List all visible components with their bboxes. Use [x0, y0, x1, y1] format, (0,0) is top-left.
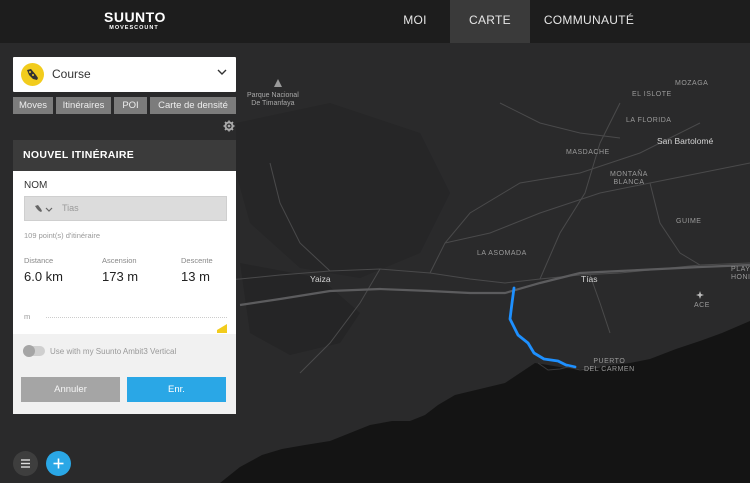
app-root: Parque Nacional De Timanfaya MOZAGA EL IS… — [0, 0, 750, 483]
top-navbar: SUUNTO MOVESCOUNT MOI CARTE COMMUNAUTÉ — [0, 0, 750, 43]
add-button[interactable] — [46, 451, 71, 476]
elevation-graph-profile — [217, 324, 227, 333]
menu-button[interactable] — [13, 451, 38, 476]
stat-distance-value: 6.0 km — [24, 269, 64, 284]
ambit-toggle-label: Use with my Suunto Ambit3 Vertical — [50, 347, 177, 356]
map-label-la-florida: LA FLORIDA — [626, 117, 672, 124]
stat-ascent-label: Ascension — [102, 256, 137, 265]
panel-footer: Use with my Suunto Ambit3 Vertical Annul… — [13, 334, 236, 414]
map-label-guime: GUIME — [676, 218, 702, 225]
panel-title: NOUVEL ITINÉRAIRE — [13, 140, 236, 171]
nav-tab-carte[interactable]: CARTE — [450, 0, 530, 43]
map-label-masdache: MASDACHE — [566, 149, 610, 156]
filter-poi-button[interactable]: POI — [114, 97, 147, 114]
suunto-logo[interactable]: SUUNTO MOVESCOUNT — [104, 9, 166, 32]
stat-descent: Descente 13 m — [181, 256, 213, 284]
elevation-graph-unit: m — [24, 312, 31, 321]
map-label-playa-honda: PLAY HONI — [731, 266, 750, 281]
map-label-la-asomada: LA ASOMADA — [477, 250, 527, 257]
running-shoe-icon — [21, 63, 44, 86]
map-label-montana-blanca: MONTAÑA BLANCA — [610, 171, 648, 186]
map-town-tias: Tías — [581, 274, 598, 284]
map-label-el-islote: EL ISLOTE — [632, 91, 672, 98]
map-label-puerto-del-carmen: PUERTO DEL CARMEN — [584, 358, 635, 373]
name-label: NOM — [24, 180, 48, 191]
sport-select[interactable]: Course — [13, 57, 236, 92]
logo-brand: SUUNTO — [104, 9, 166, 25]
elevation-graph-gridline — [46, 317, 227, 318]
filter-itineraires-button[interactable]: Itinéraires — [56, 97, 111, 114]
stat-distance-label: Distance — [24, 256, 54, 265]
cancel-button[interactable]: Annuler — [21, 377, 120, 402]
sport-dropdown-icon[interactable] — [33, 203, 55, 215]
gear-icon[interactable] — [223, 120, 235, 132]
filter-moves-button[interactable]: Moves — [13, 97, 53, 114]
new-route-panel: NOUVEL ITINÉRAIRE NOM Tias 109 point(s) … — [13, 140, 236, 414]
plus-icon — [53, 458, 64, 469]
stat-descent-value: 13 m — [181, 269, 210, 284]
hamburger-icon — [21, 459, 30, 468]
logo-subtitle: MOVESCOUNT — [109, 25, 159, 31]
stat-distance: Distance 6.0 km — [24, 256, 63, 284]
chevron-down-icon — [217, 69, 227, 75]
route-name-field[interactable]: Tias — [24, 196, 227, 221]
sport-select-value: Course — [52, 67, 91, 81]
map-label-mozaga: MOZAGA — [675, 80, 709, 87]
map-town-san-bartolome: San Bartolomé — [657, 136, 714, 146]
route-points-count: 109 point(s) d'itinéraire — [24, 231, 101, 240]
map-town-yaiza: Yaiza — [310, 274, 331, 284]
map-label-park: Parque Nacional De Timanfaya — [247, 92, 299, 107]
stat-ascent-value: 173 m — [102, 269, 139, 284]
stat-descent-label: Descente — [181, 256, 213, 265]
nav-tab-moi[interactable]: MOI — [392, 0, 438, 43]
filter-density-map-button[interactable]: Carte de densité — [150, 97, 236, 114]
nav-tab-communaute[interactable]: COMMUNAUTÉ — [542, 0, 636, 43]
route-name-placeholder: Tias — [62, 203, 79, 213]
map-label-ace: ACE — [694, 302, 710, 309]
save-button[interactable]: Enr. — [127, 377, 226, 402]
stat-ascent: Ascension 173 m — [102, 256, 138, 284]
ambit-toggle[interactable] — [23, 345, 45, 357]
toggle-knob — [23, 345, 35, 357]
